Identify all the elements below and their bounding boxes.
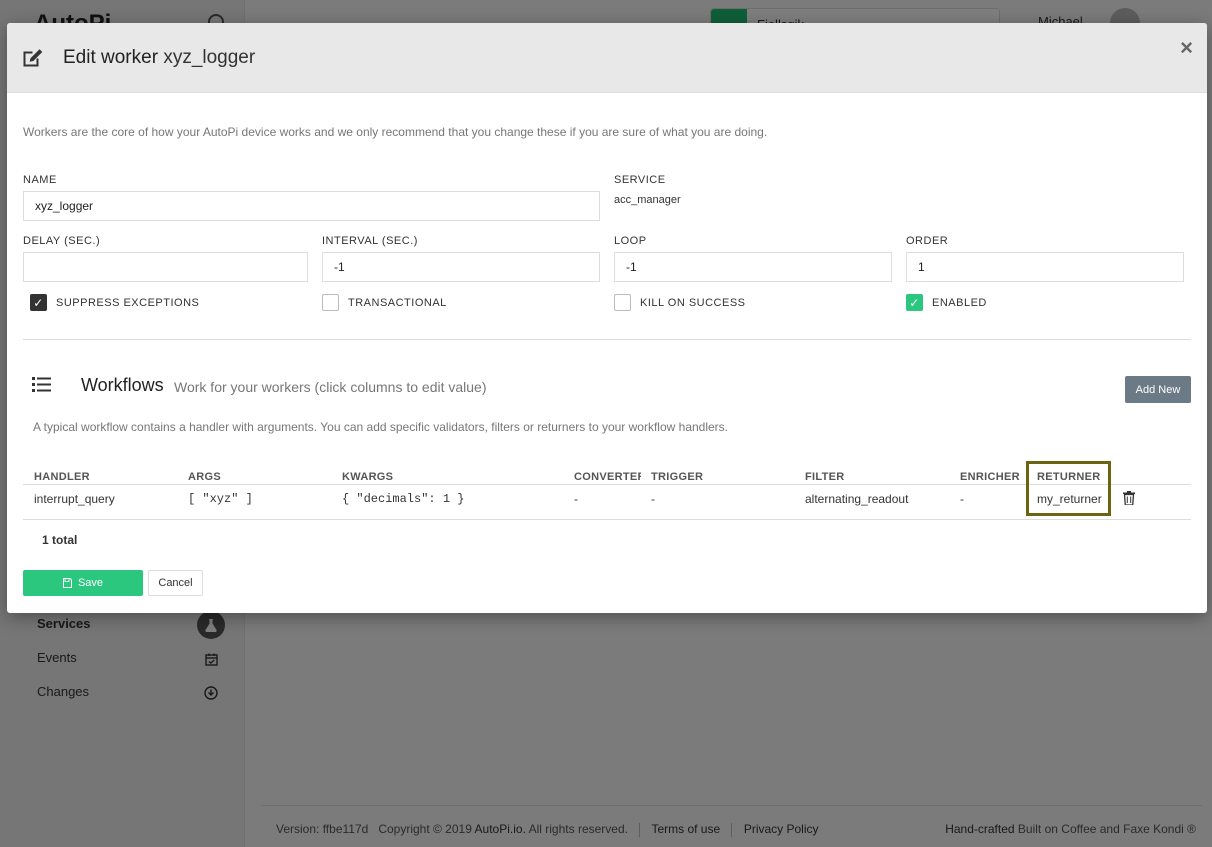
checkbox-label: KILL ON SUCCESS <box>640 296 746 309</box>
workflows-title: Workflows <box>81 375 164 395</box>
interval-field[interactable]: -1 <box>322 252 600 282</box>
modal-header: Edit worker xyz_logger × <box>7 23 1207 93</box>
checkbox-label: TRANSACTIONAL <box>348 296 447 309</box>
save-label: Save <box>77 577 104 589</box>
modal-title-name: xyz_logger <box>163 47 256 68</box>
modal-title-prefix: Edit worker <box>63 47 159 68</box>
modal-title: Edit worker xyz_logger <box>63 47 255 69</box>
table-row-line <box>23 519 1191 520</box>
divider <box>23 339 1191 340</box>
cell-handler[interactable]: interrupt_query <box>34 492 115 506</box>
total-count: 1 total <box>42 533 78 547</box>
name-label: NAME <box>23 174 57 186</box>
edit-icon <box>23 49 43 67</box>
cell-trigger[interactable]: - <box>651 492 655 506</box>
cell-converter[interactable]: - <box>574 492 578 506</box>
column-trigger: TRIGGER <box>651 471 704 483</box>
interval-label: INTERVAL (SEC.) <box>322 235 418 247</box>
close-icon[interactable]: × <box>1180 35 1193 61</box>
checkbox-box[interactable] <box>322 294 339 311</box>
edit-worker-modal: Edit worker xyz_logger × Workers are the… <box>7 23 1207 613</box>
order-field[interactable]: 1 <box>906 252 1184 282</box>
cell-enricher[interactable]: - <box>960 492 964 506</box>
checkmark-icon[interactable]: ✓ <box>30 294 47 311</box>
checkmark-icon[interactable]: ✓ <box>906 294 923 311</box>
column-handler: HANDLER <box>34 471 90 483</box>
returner-highlight <box>1026 461 1111 516</box>
enabled-checkbox[interactable]: ✓ ENABLED <box>906 294 987 311</box>
cancel-button[interactable]: Cancel <box>148 570 203 596</box>
order-label: ORDER <box>906 235 949 247</box>
delay-field[interactable] <box>23 252 308 282</box>
column-converter: CONVERTER <box>574 471 641 483</box>
trash-icon[interactable] <box>1123 491 1135 505</box>
table-header-line <box>23 484 1191 485</box>
add-new-button[interactable]: Add New <box>1125 376 1191 403</box>
workflows-subtitle: Work for your workers (click columns to … <box>174 379 487 395</box>
checkbox-box[interactable] <box>614 294 631 311</box>
checkbox-label: SUPPRESS EXCEPTIONS <box>56 296 200 309</box>
floppy-icon <box>62 578 72 588</box>
list-icon <box>32 377 51 392</box>
save-button[interactable]: Save <box>23 570 143 596</box>
cell-kwargs[interactable]: { "decimals": 1 } <box>342 492 464 506</box>
column-filter: FILTER <box>805 471 845 483</box>
cell-filter[interactable]: alternating_readout <box>805 492 908 506</box>
intro-text: Workers are the core of how your AutoPi … <box>23 125 768 139</box>
service-value: acc_manager <box>614 194 681 206</box>
column-args: ARGS <box>188 471 221 483</box>
workflows-description: A typical workflow contains a handler wi… <box>33 420 729 434</box>
suppress-exceptions-checkbox[interactable]: ✓ SUPPRESS EXCEPTIONS <box>30 294 199 311</box>
loop-label: LOOP <box>614 235 647 247</box>
service-label: SERVICE <box>614 174 666 186</box>
delay-label: DELAY (SEC.) <box>23 235 101 247</box>
name-field[interactable]: xyz_logger <box>23 191 600 221</box>
transactional-checkbox[interactable]: TRANSACTIONAL <box>322 294 447 311</box>
column-enricher: ENRICHER <box>960 471 1020 483</box>
loop-field[interactable]: -1 <box>614 252 892 282</box>
checkbox-label: ENABLED <box>932 296 987 309</box>
column-kwargs: KWARGS <box>342 471 394 483</box>
cell-args[interactable]: [ "xyz" ] <box>188 492 253 506</box>
kill-on-success-checkbox[interactable]: KILL ON SUCCESS <box>614 294 746 311</box>
